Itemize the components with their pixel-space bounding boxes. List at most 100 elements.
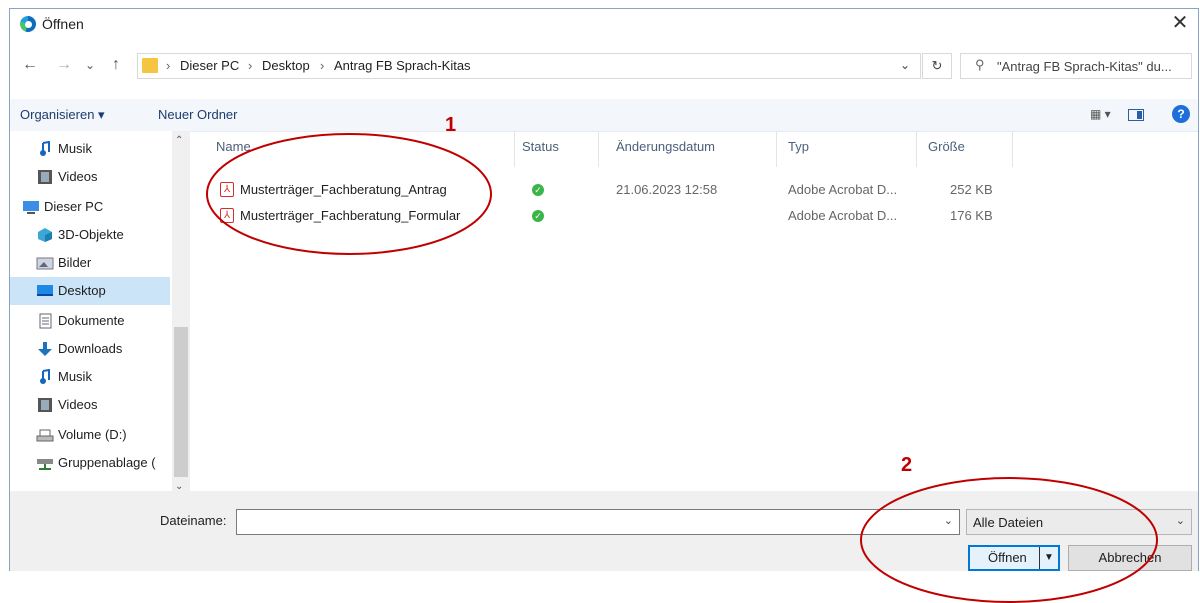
search-icon: ⚲	[975, 57, 985, 72]
pc-icon	[23, 201, 39, 214]
open-options-dropdown[interactable]: ▼	[1039, 547, 1058, 569]
column-divider[interactable]	[598, 131, 599, 167]
sidebar-item-3d-objekte[interactable]: 3D-Objekte	[10, 221, 170, 249]
edge-browser-icon	[20, 16, 36, 32]
downloads-icon	[38, 342, 52, 356]
new-folder-button[interactable]: Neuer Ordner	[158, 107, 237, 122]
drive-icon	[36, 429, 54, 442]
scrollbar-thumb[interactable]	[174, 327, 188, 477]
recent-locations-button[interactable]: ⌄	[80, 55, 100, 75]
cancel-button[interactable]: Abbrechen	[1068, 545, 1192, 571]
breadcrumb-separator: ›	[248, 58, 253, 73]
window-title: Öffnen	[42, 16, 84, 32]
sidebar-item-bilder[interactable]: Bilder	[10, 249, 170, 277]
forward-button[interactable]: →	[54, 55, 74, 75]
column-header-size[interactable]: Größe	[928, 139, 965, 154]
pictures-icon	[36, 257, 54, 270]
file-list: Name Status Änderungsdatum Typ Größe ⅄ M…	[200, 131, 1190, 497]
folder-icon	[142, 58, 158, 73]
breadcrumb-current-folder[interactable]: Antrag FB Sprach-Kitas	[334, 58, 471, 73]
help-icon[interactable]: ?	[1172, 105, 1190, 123]
3d-objects-icon	[38, 228, 52, 242]
sidebar-item-label: Videos	[58, 397, 98, 412]
sidebar-item-dieser-pc[interactable]: Dieser PC	[10, 193, 170, 221]
organize-menu[interactable]: Organisieren ▾	[20, 107, 105, 123]
chevron-down-icon: ⌄	[1175, 515, 1185, 527]
file-type: Adobe Acrobat D...	[788, 208, 898, 223]
open-file-dialog: Öffnen ✕ ← → ⌄ ↑ › Dieser PC › Desktop ›…	[9, 8, 1199, 571]
scroll-up-icon[interactable]: ⌃	[175, 135, 183, 146]
file-name: Musterträger_Fachberatung_Antrag	[240, 182, 447, 197]
file-type: Adobe Acrobat D...	[788, 182, 898, 197]
sync-status-ok-icon: ✓	[532, 210, 544, 222]
pdf-file-icon: ⅄	[220, 182, 234, 197]
breadcrumb-dieser-pc[interactable]: Dieser PC	[180, 58, 239, 73]
sidebar-item-label: Musik	[58, 369, 92, 384]
file-row[interactable]: ⅄ Musterträger_Fachberatung_Formular ✓ A…	[220, 204, 993, 228]
column-divider[interactable]	[776, 131, 777, 167]
search-box[interactable]: ⚲ "Antrag FB Sprach-Kitas" du...	[960, 53, 1192, 79]
sidebar-item-musik[interactable]: Musik	[10, 135, 170, 163]
filename-label: Dateiname:	[160, 513, 227, 528]
sidebar-item-downloads[interactable]: Downloads	[10, 335, 170, 363]
view-options-icon[interactable]: ▦ ▾	[1090, 107, 1111, 121]
sidebar-item-volume-d[interactable]: Volume (D:)	[10, 421, 170, 449]
navigation-pane: Musik Videos Dieser PC 3D-Objekte Bilder…	[10, 131, 190, 497]
video-icon	[38, 398, 52, 412]
music-icon	[40, 369, 50, 384]
column-header-status[interactable]: Status	[522, 139, 559, 154]
sidebar-item-label: Desktop	[58, 283, 106, 298]
file-size: 252 KB	[950, 182, 993, 197]
sidebar-scrollbar[interactable]: ⌃ ⌄	[172, 131, 190, 497]
filename-input[interactable]: ⌄	[236, 509, 960, 535]
file-size: 176 KB	[950, 208, 993, 223]
up-button[interactable]: ↑	[106, 55, 126, 75]
sidebar-item-label: 3D-Objekte	[58, 227, 124, 242]
sidebar-item-desktop[interactable]: Desktop	[10, 277, 170, 305]
chevron-down-icon[interactable]: ⌄	[944, 514, 953, 527]
column-header-name[interactable]: Name	[216, 139, 251, 154]
refresh-button[interactable]: ↻	[922, 53, 952, 79]
chevron-down-icon[interactable]: ⌄	[900, 58, 910, 72]
sync-status-ok-icon: ✓	[532, 184, 544, 196]
command-bar: Organisieren ▾ Neuer Ordner ▦ ▾ ?	[10, 99, 1198, 132]
sidebar-item-videos[interactable]: Videos	[10, 163, 170, 191]
navigation-row: ← → ⌄ ↑ › Dieser PC › Desktop › Antrag F…	[10, 49, 1198, 83]
open-button[interactable]: Öffnen ▼	[968, 545, 1060, 571]
close-button[interactable]: ✕	[1168, 11, 1192, 35]
file-type-value: Alle Dateien	[973, 515, 1044, 530]
address-bar[interactable]: › Dieser PC › Desktop › Antrag FB Sprach…	[137, 53, 921, 79]
sidebar-item-label: Gruppenablage (	[58, 455, 156, 470]
sidebar-item-label: Downloads	[58, 341, 123, 356]
file-row[interactable]: ⅄ Musterträger_Fachberatung_Antrag ✓ 21.…	[220, 178, 993, 202]
desktop-icon	[37, 285, 53, 296]
column-divider[interactable]	[514, 131, 515, 167]
breadcrumb-separator: ›	[166, 58, 171, 73]
file-name: Musterträger_Fachberatung_Formular	[240, 208, 461, 223]
file-type-select[interactable]: Alle Dateien ⌄	[966, 509, 1192, 535]
sidebar-item-gruppenablage[interactable]: Gruppenablage (	[10, 449, 170, 477]
annotation-number-2: 2	[901, 454, 913, 476]
sidebar-item-videos-2[interactable]: Videos	[10, 391, 170, 419]
column-header-date[interactable]: Änderungsdatum	[616, 139, 715, 154]
sidebar-item-label: Musik	[58, 141, 92, 156]
pdf-file-icon: ⅄	[220, 208, 234, 223]
file-date: 21.06.2023 12:58	[616, 182, 718, 197]
sidebar-item-label: Volume (D:)	[58, 427, 127, 442]
breadcrumb-separator: ›	[320, 58, 325, 73]
sidebar-item-dokumente[interactable]: Dokumente	[10, 307, 170, 335]
column-divider[interactable]	[1012, 131, 1013, 167]
network-drive-icon	[37, 459, 53, 470]
music-icon	[40, 141, 50, 156]
sidebar-item-label: Videos	[58, 169, 98, 184]
sidebar-item-label: Bilder	[58, 255, 92, 270]
open-button-label: Öffnen	[988, 550, 1027, 565]
search-input[interactable]: "Antrag FB Sprach-Kitas" du...	[997, 59, 1172, 74]
sidebar-item-musik-2[interactable]: Musik	[10, 363, 170, 391]
column-header-type[interactable]: Typ	[788, 139, 809, 154]
preview-pane-icon[interactable]	[1128, 109, 1144, 121]
annotation-number-1: 1	[445, 114, 457, 136]
back-button[interactable]: ←	[20, 55, 40, 75]
breadcrumb-desktop[interactable]: Desktop	[262, 58, 310, 73]
column-divider[interactable]	[916, 131, 917, 167]
